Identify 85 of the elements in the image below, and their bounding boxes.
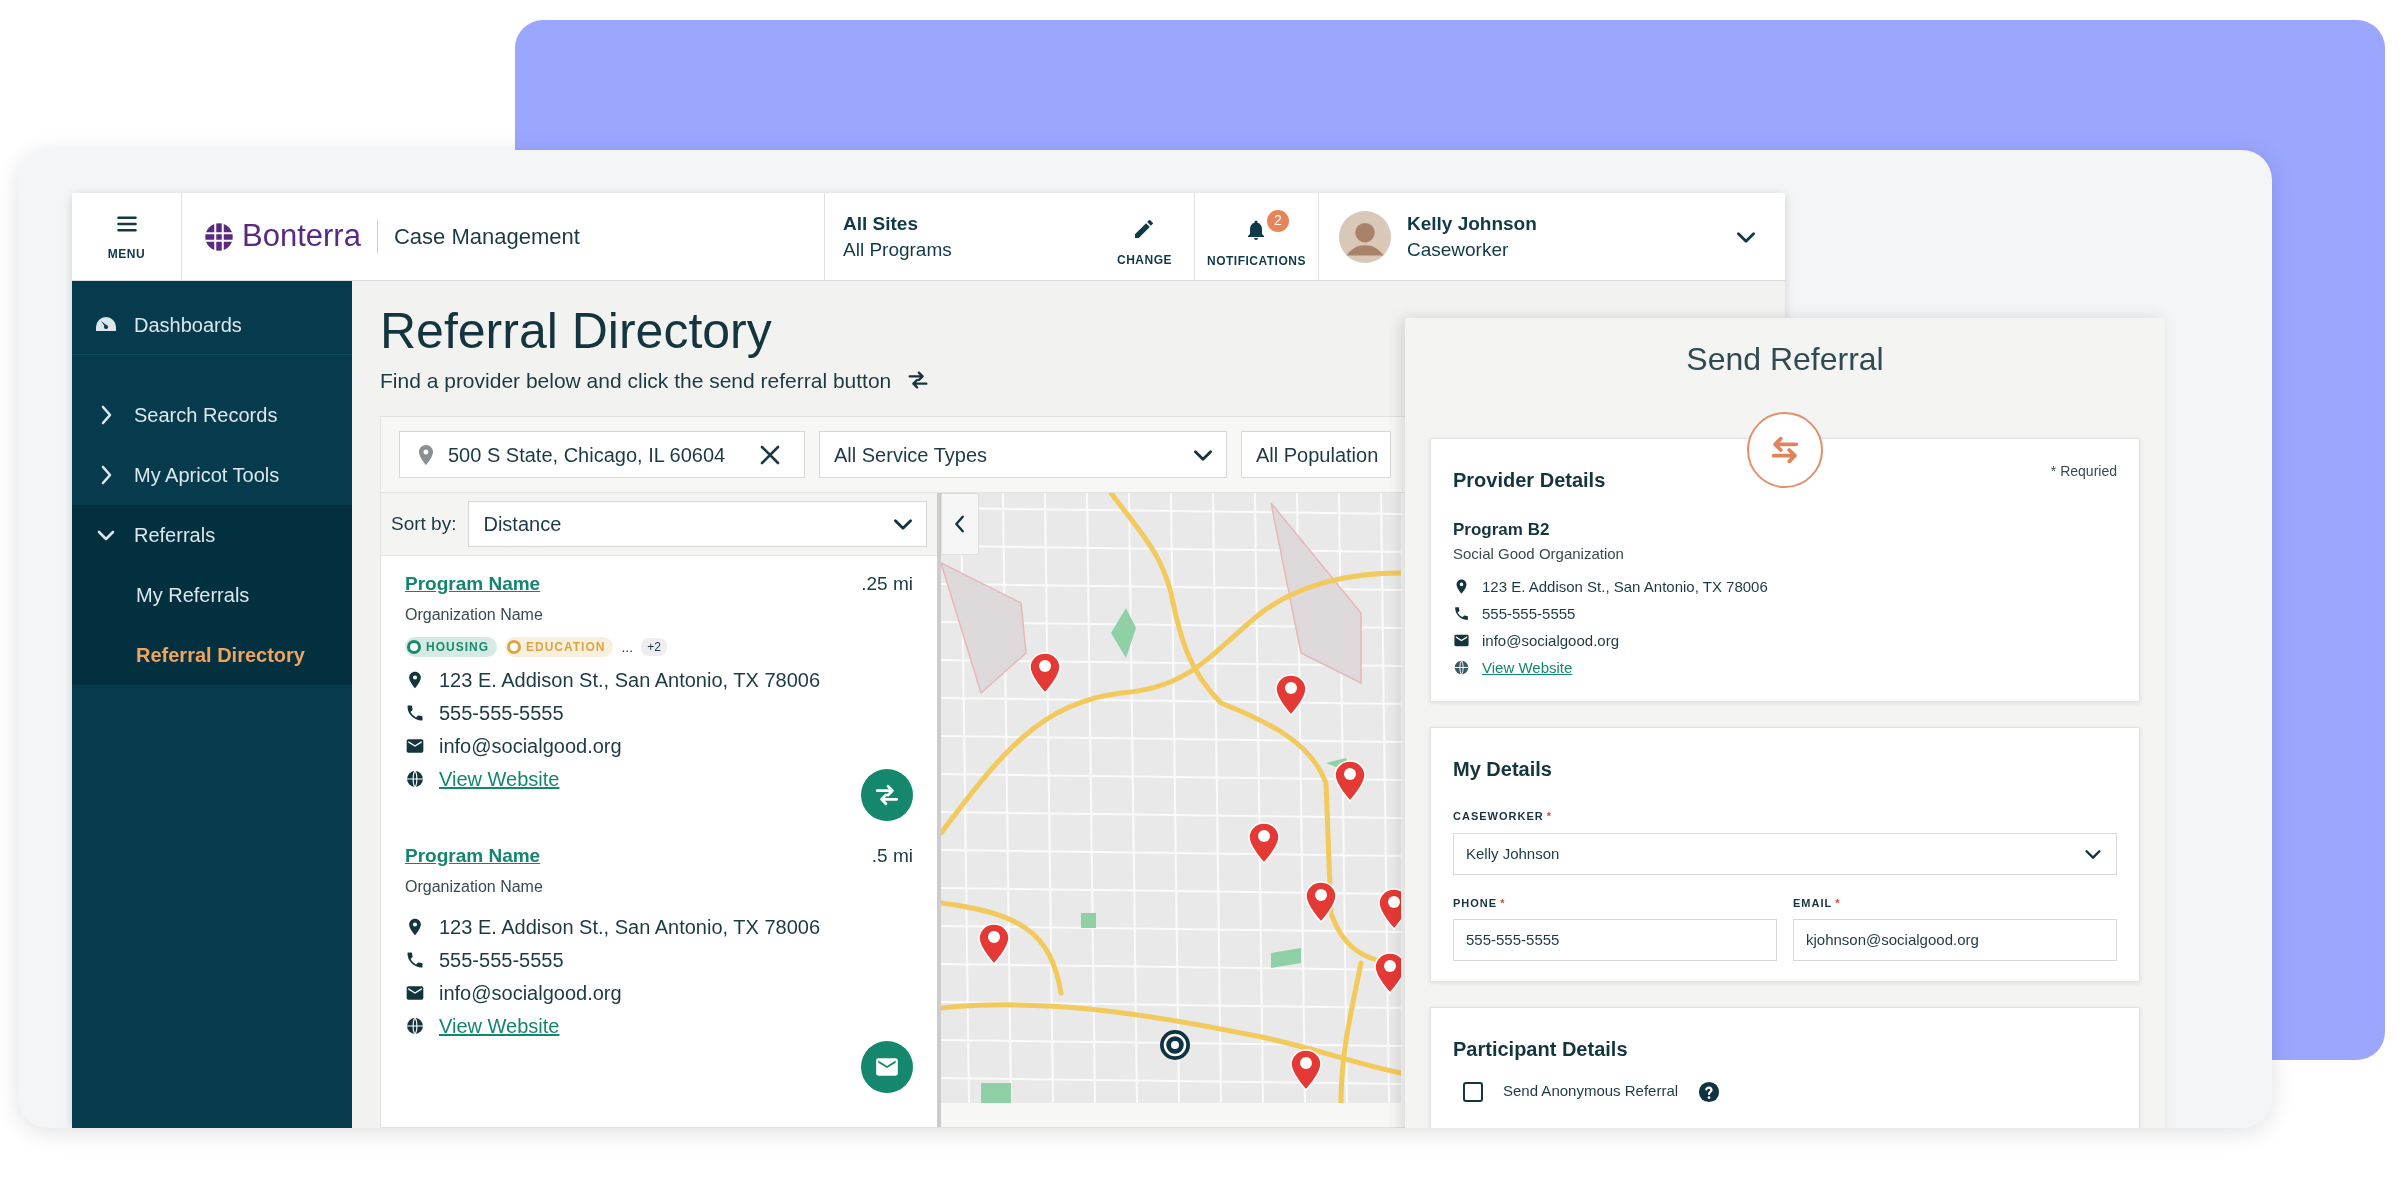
category-tag: HOUSING xyxy=(405,637,497,657)
collapse-list-button[interactable] xyxy=(941,493,979,555)
map-pin-icon[interactable] xyxy=(1334,760,1366,802)
current-location-icon[interactable] xyxy=(1160,1030,1190,1060)
globe-icon xyxy=(405,769,425,789)
phone-number: 555-555-5555 xyxy=(439,701,564,726)
page-subtitle: Find a provider below and click the send referral button xyxy=(380,367,892,394)
envelope-icon xyxy=(405,983,425,1003)
help-icon[interactable] xyxy=(1698,1080,1721,1103)
program-link[interactable]: Program Name xyxy=(405,573,541,594)
map-pin-icon[interactable] xyxy=(978,923,1010,965)
service-type-dropdown[interactable]: All Service Types xyxy=(819,431,1227,478)
more-count: +2 xyxy=(641,638,667,656)
map-pin-icon[interactable] xyxy=(1275,674,1307,716)
phone-icon xyxy=(405,950,425,970)
globe-icon xyxy=(405,1016,425,1036)
checkbox[interactable] xyxy=(1463,1081,1483,1102)
email-address: info@socialgood.org xyxy=(1482,630,1619,651)
user-role: Caseworker xyxy=(1406,237,1510,262)
send-referral-button[interactable] xyxy=(861,769,913,821)
more-indicator: ... xyxy=(621,637,634,657)
population-dropdown[interactable]: All Population xyxy=(1241,431,1391,478)
address: 123 E. Addison St., San Antonio, TX 78006 xyxy=(439,915,821,940)
email-address: info@socialgood.org xyxy=(439,981,622,1006)
page-title: Referral Directory xyxy=(380,303,772,361)
required-note: * Requried xyxy=(2050,462,2117,482)
sidebar-item[interactable]: Referrals xyxy=(72,505,352,565)
section-heading: My Details xyxy=(1453,757,1552,783)
menu-button[interactable]: MENU xyxy=(72,193,182,280)
section-heading: Participant Details xyxy=(1453,1037,1628,1063)
map-pin-icon[interactable] xyxy=(1374,952,1401,994)
address: 123 E. Addison St., San Antonio, TX 78006 xyxy=(439,668,821,693)
program-link[interactable]: Program Name xyxy=(405,845,541,866)
category-tag: EDUCATION xyxy=(505,637,614,657)
change-button[interactable]: CHANGE xyxy=(1111,203,1178,270)
phone-field[interactable]: 555-555-5555 xyxy=(1453,919,1777,962)
product-name: Case Management xyxy=(376,220,580,253)
user-name: Kelly Johnson xyxy=(1406,211,1538,236)
sort-dropdown[interactable]: Distance xyxy=(468,501,927,547)
sidebar-item[interactable]: My Apricot Tools xyxy=(72,445,352,505)
address: 123 E. Addison St., San Antonio, TX 78006 xyxy=(1482,576,1768,597)
globe-icon xyxy=(1453,659,1470,677)
transfer-arrows-icon xyxy=(874,782,900,808)
distance: .5 mi xyxy=(871,844,913,868)
checkbox-label: Send Anonymous Referral xyxy=(1503,1081,1679,1102)
phone-icon xyxy=(405,703,425,723)
programs-label: All Programs xyxy=(843,237,952,262)
sidebar-item[interactable]: Referral Directory xyxy=(72,625,352,685)
email-address: info@socialgood.org xyxy=(439,734,622,759)
sidebar-item[interactable]: My Referrals xyxy=(72,565,352,625)
logo-icon xyxy=(204,221,234,252)
website-link[interactable]: View Website xyxy=(439,1011,560,1041)
sidebar-item[interactable]: Dashboards xyxy=(72,295,352,355)
field-label: PHONE * xyxy=(1453,895,1507,911)
email-field[interactable]: kjohnson@socialgood.org xyxy=(1793,919,2117,962)
organization-name: Social Good Organization xyxy=(1453,543,1625,564)
website-link[interactable]: View Website xyxy=(1482,656,1573,680)
program-name: Program B2 xyxy=(1453,519,1551,542)
notification-count: 2 xyxy=(1267,209,1289,232)
sidebar-item[interactable]: Search Records xyxy=(72,385,352,445)
envelope-icon xyxy=(405,736,425,756)
phone-number: 555-555-5555 xyxy=(439,948,564,973)
sites-label: All Sites xyxy=(843,211,919,236)
phone-number: 555-555-5555 xyxy=(1482,603,1576,624)
notifications-button[interactable]: NOTIFICATIONS 2 xyxy=(1195,203,1318,270)
field-label: CASEWORKER * xyxy=(1453,809,1553,825)
map-pin-icon[interactable] xyxy=(1029,652,1061,694)
map-pin-icon[interactable] xyxy=(1378,888,1401,930)
panel-title: Send Referral xyxy=(1685,340,1885,379)
avatar xyxy=(1338,210,1391,263)
organization-name: Organization Name xyxy=(405,876,544,897)
distance: .25 mi xyxy=(861,572,913,596)
field-label: EMAIL * xyxy=(1793,895,1842,911)
brand-name: Bonterra xyxy=(242,217,361,256)
website-link[interactable]: View Website xyxy=(439,764,560,794)
map-pin-icon[interactable] xyxy=(1290,1049,1322,1091)
phone-icon xyxy=(1453,605,1470,623)
email-button[interactable] xyxy=(861,1041,913,1093)
location-search-field[interactable]: 500 S State, Chicago, IL 60604 xyxy=(399,431,805,478)
caseworker-dropdown[interactable]: Kelly Johnson xyxy=(1453,832,2117,875)
map-pin-icon[interactable] xyxy=(1305,881,1337,923)
organization-name: Organization Name xyxy=(405,604,544,625)
sort-label: Sort by: xyxy=(391,511,457,536)
map-pin-icon[interactable] xyxy=(1248,822,1280,864)
section-heading: Provider Details xyxy=(1453,468,1606,494)
